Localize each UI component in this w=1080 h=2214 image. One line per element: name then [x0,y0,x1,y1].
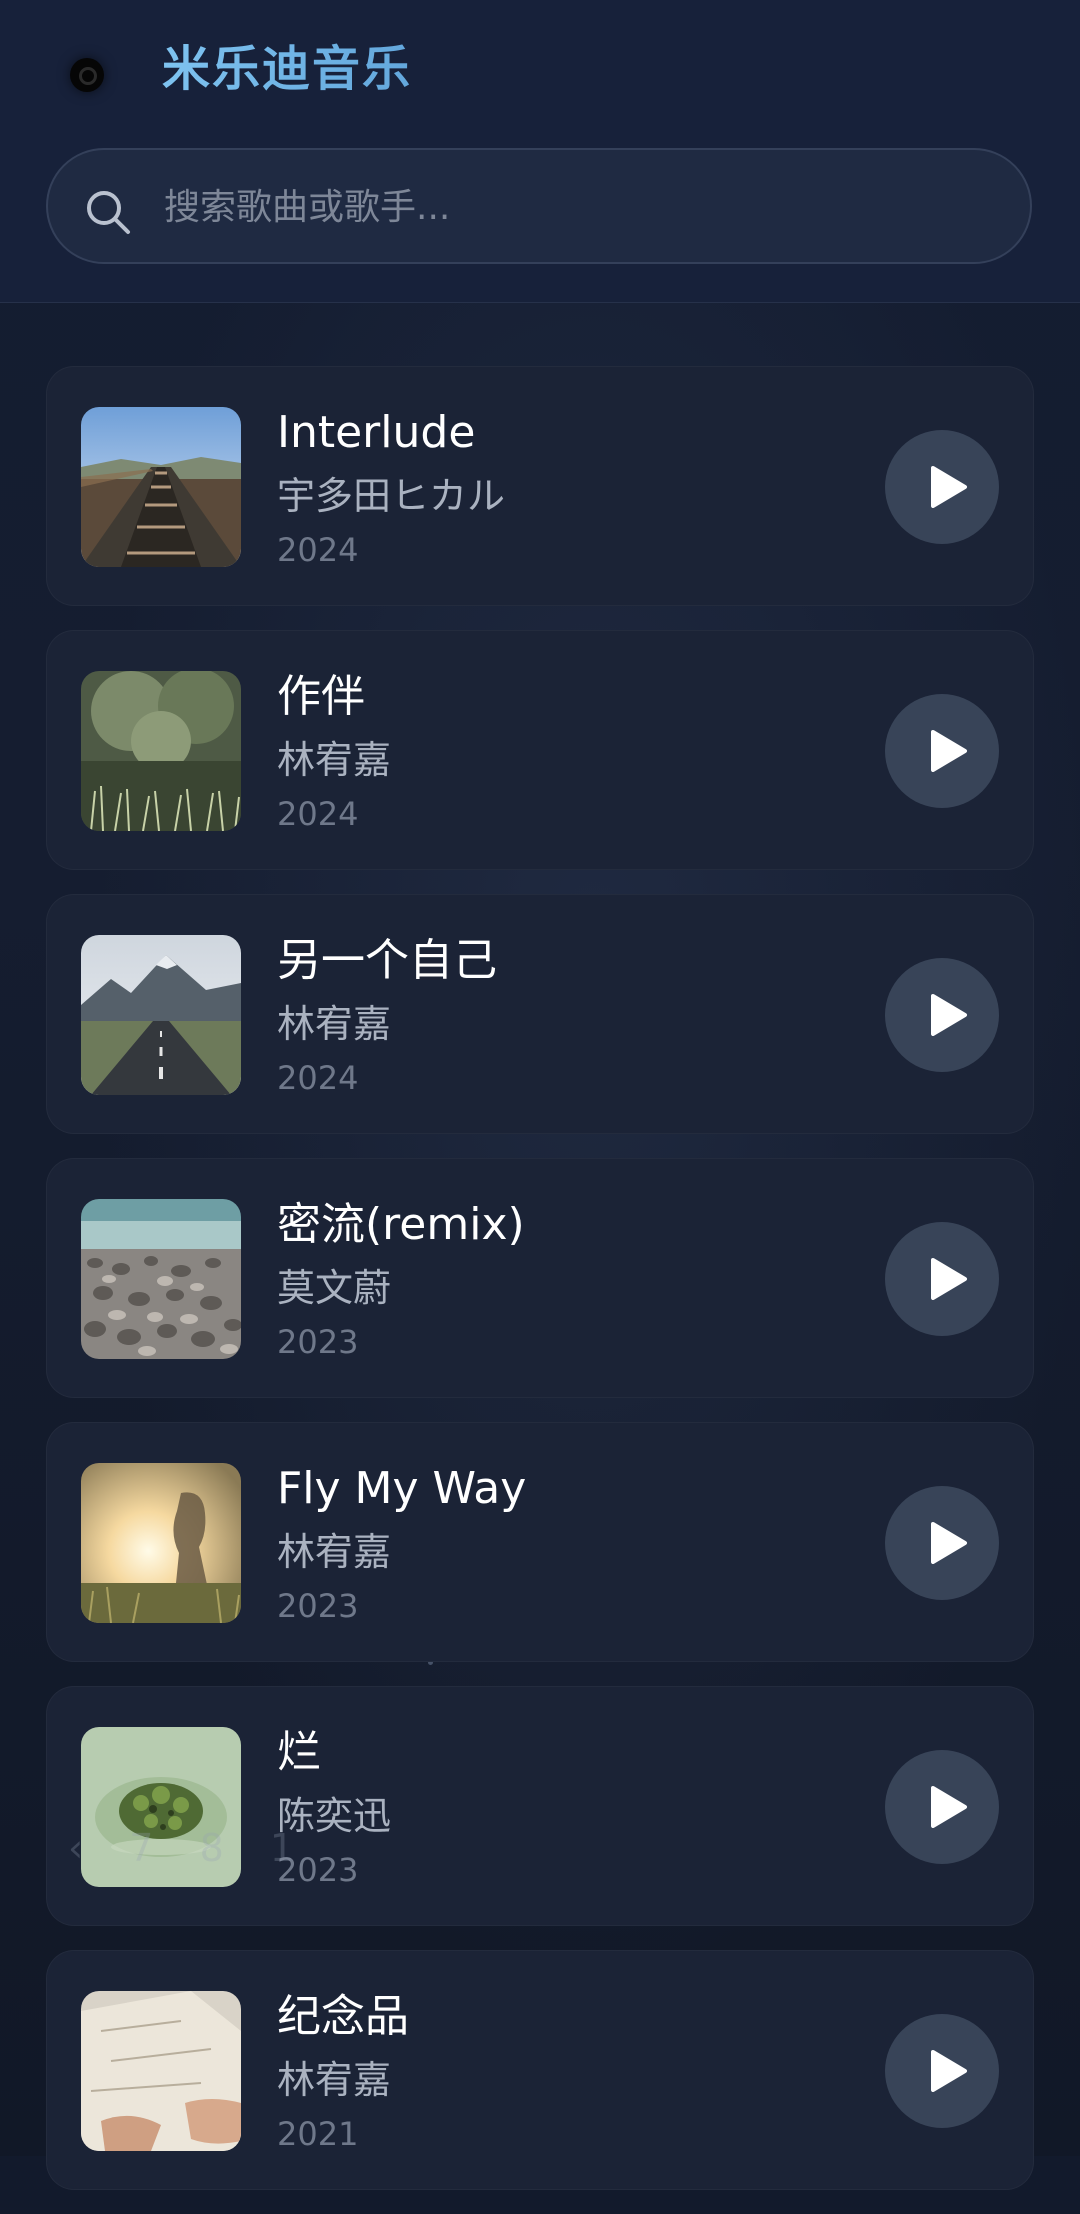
album-cover [81,1199,241,1359]
pagination-page[interactable]: 1 [270,1826,294,1870]
play-button[interactable] [885,958,999,1072]
song-title: 作伴 [277,671,365,722]
song-year: 2024 [277,795,359,833]
search-icon [87,191,130,234]
pagination: ‹ 7 8 1 [68,1826,328,1870]
vinyl-logo-icon [70,58,104,92]
play-button[interactable] [885,2014,999,2128]
app-header: 米乐迪音乐 [0,0,1080,303]
song-title: Interlude [277,407,476,458]
play-icon [931,1786,967,1828]
song-list: Interlude 宇多田ヒカル 2024 作伴 林宥嘉 2024 另一个自己 … [46,366,1034,2214]
album-cover [81,1463,241,1623]
song-card[interactable]: 作伴 林宥嘉 2024 [46,630,1034,870]
song-year: 2023 [277,1323,359,1361]
search-bar[interactable] [46,148,1032,264]
pagination-page[interactable]: 7 [129,1826,153,1870]
song-card[interactable]: 烂 陈奕迅 2023 [46,1686,1034,1926]
song-artist: 莫文蔚 [277,1266,392,1310]
play-button[interactable] [885,430,999,544]
album-cover [81,1991,241,2151]
song-artist: 林宥嘉 [277,2058,392,2102]
play-icon [931,730,967,772]
play-button[interactable] [885,1486,999,1600]
song-year: 2024 [277,531,359,569]
play-icon [931,2050,967,2092]
song-card[interactable]: 另一个自己 林宥嘉 2024 [46,894,1034,1134]
song-year: 2024 [277,1059,359,1097]
song-card[interactable]: Interlude 宇多田ヒカル 2024 [46,366,1034,606]
play-icon [931,466,967,508]
search-input[interactable] [162,150,986,264]
album-cover [81,671,241,831]
song-card[interactable]: 纪念品 林宥嘉 2021 [46,1950,1034,2190]
pagination-prev[interactable]: ‹ [68,1826,83,1870]
song-title: Fly My Way [277,1463,527,1514]
play-icon [931,1522,967,1564]
song-artist: 林宥嘉 [277,738,392,782]
pagination-page[interactable]: 8 [200,1826,224,1870]
song-year: 2023 [277,1587,359,1625]
play-icon [931,994,967,1036]
play-button[interactable] [885,694,999,808]
play-icon [931,1258,967,1300]
album-cover [81,935,241,1095]
song-artist: 林宥嘉 [277,1002,392,1046]
song-title: 烂 [277,1727,321,1778]
song-year: 2021 [277,2115,359,2153]
song-card[interactable]: 密流(remix) 莫文蔚 2023 [46,1158,1034,1398]
album-cover [81,407,241,567]
play-button[interactable] [885,1750,999,1864]
song-title: 另一个自己 [277,935,497,986]
song-artist: 林宥嘉 [277,1530,392,1574]
song-title: 密流(remix) [277,1199,525,1250]
song-artist: 宇多田ヒカル [277,474,506,518]
play-button[interactable] [885,1222,999,1336]
song-card[interactable]: Fly My Way 林宥嘉 2023 [46,1422,1034,1662]
app-title: 米乐迪音乐 [162,36,412,102]
song-title: 纪念品 [277,1991,409,2042]
